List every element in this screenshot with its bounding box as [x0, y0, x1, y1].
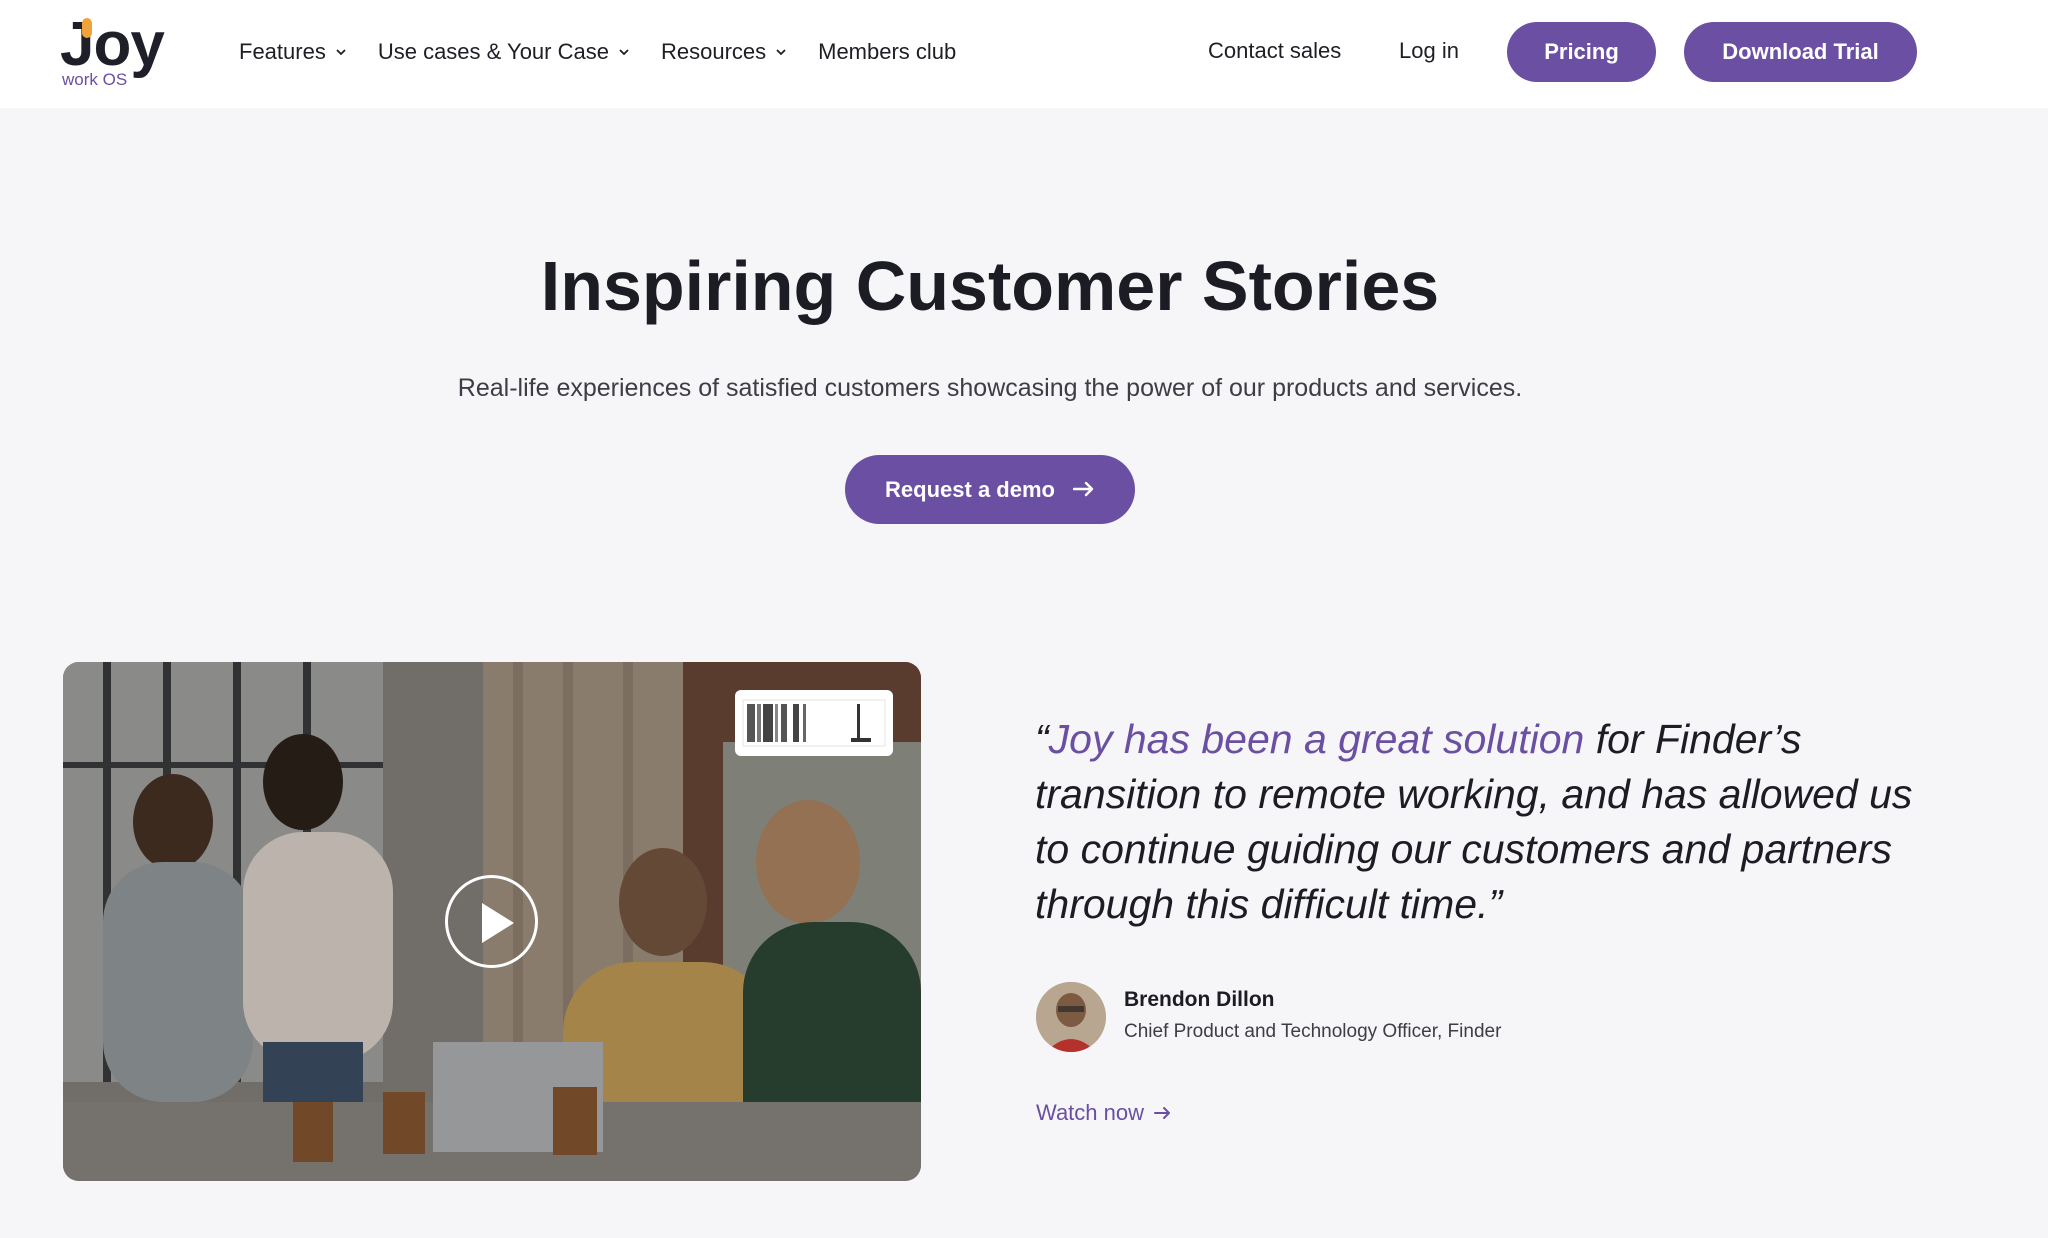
page-title: Inspiring Customer Stories — [540, 247, 1440, 325]
nav-use-cases[interactable]: Use cases & Your Case — [378, 39, 631, 65]
quote-highlight: Joy has been a great solution — [1048, 716, 1585, 762]
testimonial-author-name: Brendon Dillon — [1124, 988, 1275, 1011]
play-triangle — [482, 903, 514, 943]
request-demo-label: Request a demo — [885, 476, 1055, 502]
chevron-down-icon — [617, 45, 631, 59]
page-subtitle: Real-life experiences of satisfied custo… — [457, 374, 1523, 402]
joy-logo[interactable]: Joy work OS — [60, 14, 172, 90]
arrow-right-icon — [1072, 477, 1095, 503]
download-trial-button[interactable]: Download Trial — [1684, 22, 1917, 82]
nav-features[interactable]: Features — [239, 39, 348, 65]
watch-now-link[interactable]: Watch now — [1036, 1100, 1172, 1126]
site-header: Joy work OS Features Use cases & Your Ca… — [0, 0, 2048, 108]
login-link[interactable]: Log in — [1399, 38, 1459, 64]
quote-open-mark: “ — [1035, 716, 1049, 762]
nav-resources-label: Resources — [660, 39, 767, 64]
nav-members-club-label: Members club — [818, 39, 957, 64]
main-nav: Features Use cases & Your Case Resources… — [239, 36, 986, 68]
nav-members-club[interactable]: Members club — [818, 39, 956, 65]
play-icon[interactable] — [445, 875, 538, 968]
chevron-down-icon — [774, 45, 788, 59]
testimonial-author-role: Chief Product and Technology Officer, Fi… — [1124, 1021, 1502, 1042]
watch-now-label: Watch now — [1036, 1100, 1145, 1125]
nav-features-label: Features — [239, 39, 326, 64]
logo-subtitle: work OS — [62, 70, 128, 89]
logo-wordmark: Joy — [60, 10, 165, 79]
testimonial-quote: “Joy has been a great solution for Finde… — [1035, 712, 1935, 932]
partner-logo-badge — [735, 690, 893, 756]
chevron-down-icon — [334, 45, 348, 59]
nav-use-cases-label: Use cases & Your Case — [377, 39, 609, 64]
pricing-button[interactable]: Pricing — [1507, 22, 1656, 82]
customer-story-video[interactable] — [63, 662, 921, 1181]
request-demo-button[interactable]: Request a demo — [845, 455, 1135, 524]
nav-resources[interactable]: Resources — [661, 39, 788, 65]
contact-sales-link[interactable]: Contact sales — [1208, 38, 1341, 64]
logo-dot-icon — [82, 18, 92, 38]
arrow-right-icon — [1154, 1100, 1172, 1126]
avatar — [1036, 982, 1106, 1052]
